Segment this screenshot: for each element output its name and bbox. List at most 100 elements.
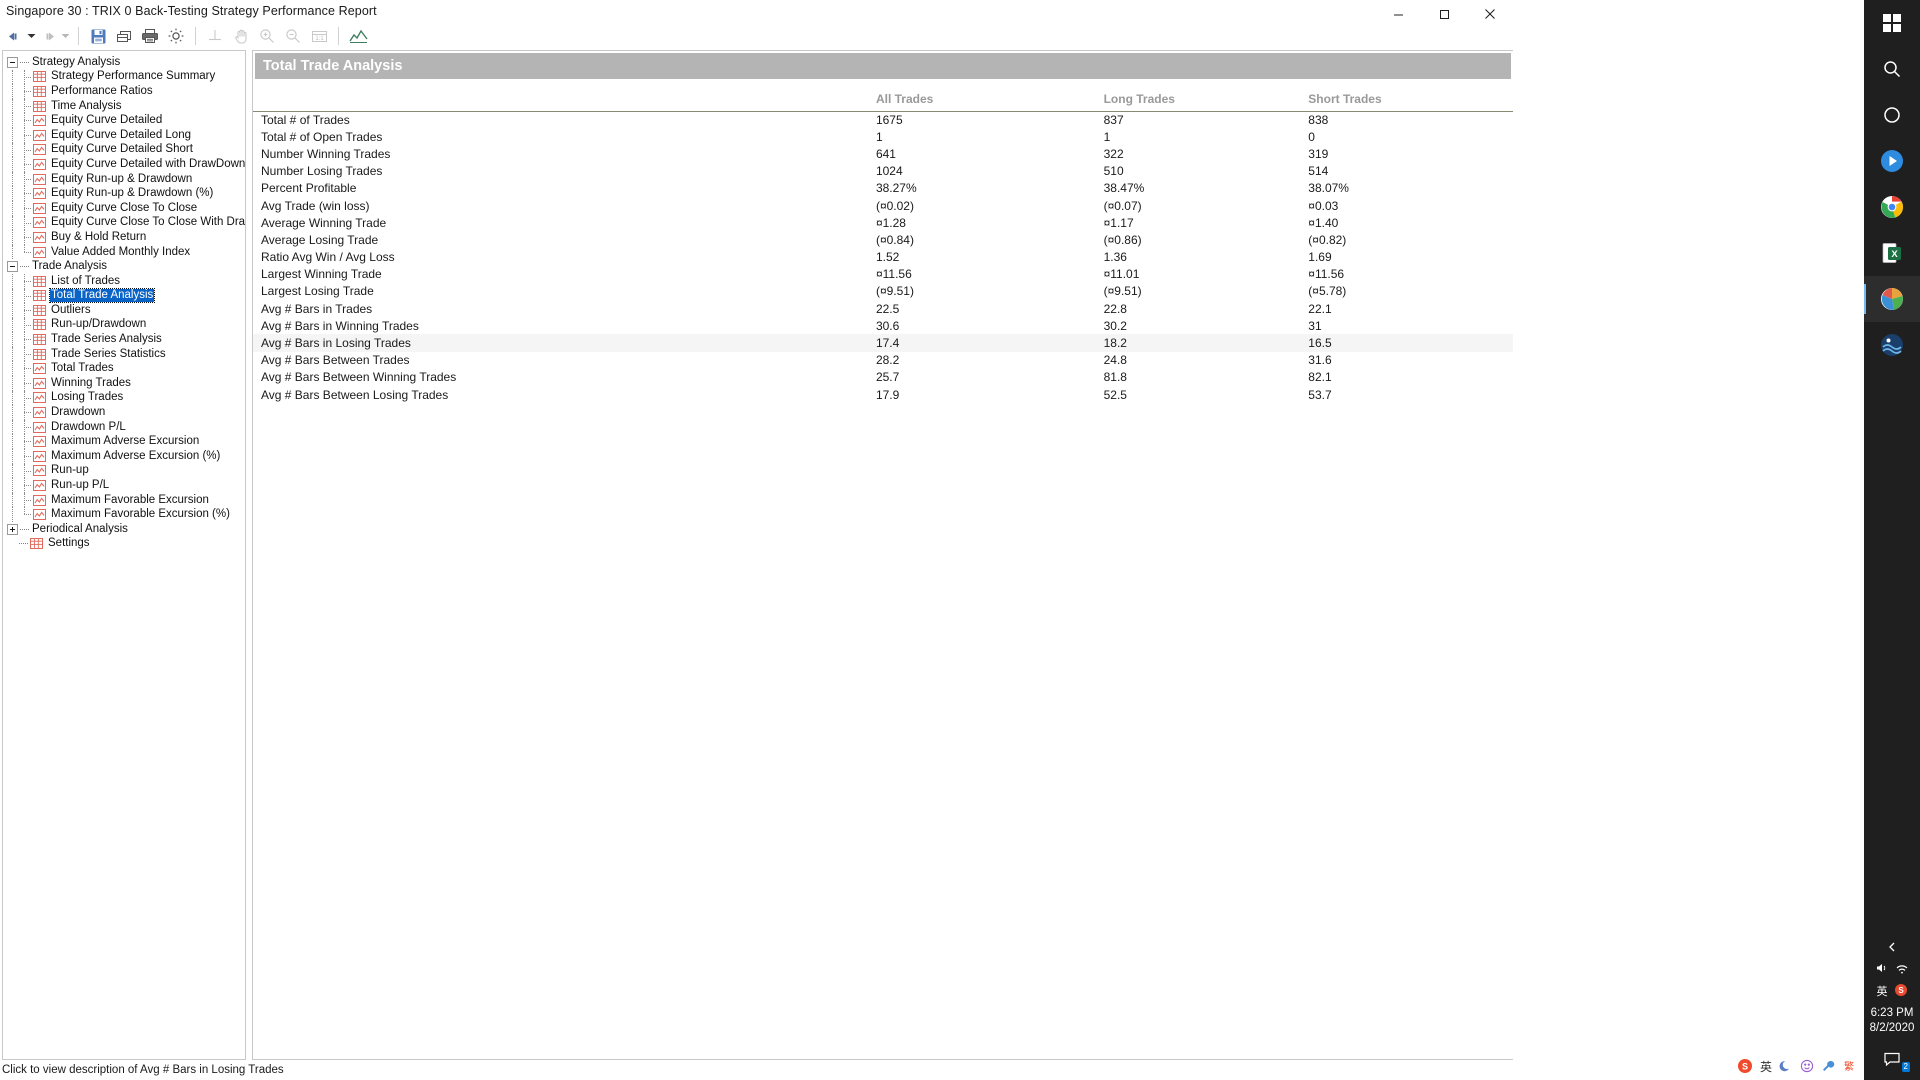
moon-icon[interactable] — [1779, 1059, 1793, 1073]
table-row[interactable]: Largest Winning Trade ¤11.56 ¤11.01 ¤11.56 — [253, 266, 1513, 283]
start-icon[interactable] — [1864, 0, 1920, 46]
analysis-app-icon[interactable] — [1864, 276, 1920, 322]
volume-icon[interactable] — [1875, 961, 1889, 978]
tree-item-run-up-p-l[interactable]: Run-up P/L — [3, 478, 245, 493]
nav-back-dropdown-icon[interactable] — [24, 24, 38, 48]
table-row[interactable]: Avg # Bars Between Winning Trades 25.7 81.… — [253, 369, 1513, 386]
tree-item-strategy-analysis[interactable]: Strategy Analysis — [3, 55, 245, 70]
zoom-in-icon[interactable] — [254, 24, 280, 48]
nav-forward-dropdown-icon[interactable] — [58, 24, 72, 48]
copy-icon[interactable] — [111, 24, 137, 48]
settings-gear-icon[interactable] — [163, 24, 189, 48]
taskbar-clock[interactable]: 6:23 PM 8/2/2020 — [1870, 1002, 1915, 1042]
cell-short: ¤1.40 — [1308, 215, 1339, 230]
tree-item-equity-curve-detailed-long[interactable]: Equity Curve Detailed Long — [3, 127, 245, 143]
nav-back-icon[interactable] — [4, 24, 24, 48]
excel-icon[interactable]: X — [1864, 230, 1920, 276]
navigation-tree[interactable]: Strategy Analysis Strategy Performance Su… — [2, 50, 246, 1060]
ime-language-label[interactable]: 英 — [1877, 983, 1888, 999]
tree-item-trade-series-analysis[interactable]: Trade Series Analysis — [3, 332, 245, 347]
ocean-app-icon[interactable] — [1864, 322, 1920, 368]
tree-item-maximum-adverse-excursion[interactable]: Maximum Adverse Excursion — [3, 434, 245, 449]
tree-item-run-up[interactable]: Run-up — [3, 463, 245, 479]
expander-collapse-icon[interactable] — [7, 261, 18, 273]
crosshair-icon[interactable] — [202, 24, 228, 48]
tree-item-periodical-analysis[interactable]: Periodical Analysis — [3, 522, 245, 537]
table-row[interactable]: Avg # Bars in Winning Trades 30.6 30.2 31 — [253, 317, 1513, 334]
tree-item-drawdown-p-l[interactable]: Drawdown P/L — [3, 419, 245, 435]
tree-item-equity-curve-close-to-close-with-drawdown[interactable]: Equity Curve Close To Close With Drawdow… — [3, 215, 245, 231]
tree-item-value-added-monthly-index[interactable]: Value Added Monthly Index — [3, 244, 245, 260]
tree-item-drawdown[interactable]: Drawdown — [3, 405, 245, 420]
tree-item-performance-ratios[interactable]: Performance Ratios — [3, 84, 245, 99]
search-icon[interactable] — [1864, 46, 1920, 92]
row-label: Ratio Avg Win / Avg Loss — [261, 250, 395, 265]
ime-tool-icon[interactable]: S — [1894, 983, 1908, 1000]
table-row[interactable]: Avg # Bars Between Trades 28.2 24.8 31.6 — [253, 352, 1513, 369]
tree-item-trade-analysis[interactable]: Trade Analysis — [3, 259, 245, 274]
tree-item-maximum-adverse-excursion[interactable]: Maximum Adverse Excursion (%) — [3, 449, 245, 464]
toolbar: 1:1 — [0, 22, 1513, 50]
tree-item-equity-curve-detailed-short[interactable]: Equity Curve Detailed Short — [3, 142, 245, 158]
table-row[interactable]: Avg # Bars in Trades 22.5 22.8 22.1 — [253, 300, 1513, 317]
tree-indent — [7, 200, 19, 216]
tree-item-list-of-trades[interactable]: List of Trades — [3, 273, 245, 289]
maximize-button[interactable] — [1421, 0, 1467, 28]
table-row[interactable]: Avg # Bars in Losing Trades 17.4 18.2 16.5 — [253, 334, 1513, 352]
save-icon[interactable] — [85, 24, 111, 48]
tree-item-equity-run-up-drawdown[interactable]: Equity Run-up & Drawdown — [3, 171, 245, 187]
tree-item-trade-series-statistics[interactable]: Trade Series Statistics — [3, 346, 245, 362]
table-row[interactable]: Total # of Open Trades 1 1 0 — [253, 128, 1513, 145]
sogou-logo-icon[interactable]: S — [1737, 1058, 1753, 1074]
tree-item-equity-curve-detailed-with-drawdown[interactable]: Equity Curve Detailed with DrawDown — [3, 157, 245, 172]
expander-collapse-icon[interactable] — [7, 56, 18, 68]
pan-hand-icon[interactable] — [228, 24, 254, 48]
minimize-button[interactable] — [1375, 0, 1421, 28]
media-player-icon[interactable] — [1864, 138, 1920, 184]
tree-item-total-trades[interactable]: Total Trades — [3, 361, 245, 376]
language-toggle-icon[interactable]: 繁 — [1842, 1059, 1856, 1073]
table-row[interactable]: Avg Trade (win loss) (¤0.02) (¤0.07) ¤0.03 — [253, 197, 1513, 214]
chrome-icon[interactable] — [1864, 184, 1920, 230]
tray-chevron[interactable] — [1886, 936, 1898, 958]
nav-forward-icon[interactable] — [38, 24, 58, 48]
table-row[interactable]: Largest Losing Trade (¤9.51) (¤9.51) (¤5.78… — [253, 283, 1513, 300]
row-label: Total # of Open Trades — [261, 129, 383, 144]
table-row[interactable]: Number Losing Trades 1024 510 514 — [253, 163, 1513, 180]
tree-item-maximum-favorable-excursion[interactable]: Maximum Favorable Excursion — [3, 492, 245, 508]
table-row[interactable]: Average Losing Trade (¤0.84) (¤0.86) (¤0.82… — [253, 231, 1513, 248]
tree-item-buy-hold-return[interactable]: Buy & Hold Return — [3, 230, 245, 245]
table-row[interactable]: Percent Profitable 38.27% 38.47% 38.07% — [253, 180, 1513, 197]
ime-mode-label[interactable]: 英 — [1760, 1058, 1772, 1075]
zoom-reset-icon[interactable]: 1:1 — [306, 24, 332, 48]
network-icon[interactable] — [1895, 961, 1909, 978]
tree-item-winning-trades[interactable]: Winning Trades — [3, 376, 245, 391]
tree-item-equity-curve-close-to-close[interactable]: Equity Curve Close To Close — [3, 200, 245, 216]
chart-icon — [33, 392, 46, 404]
cortana-icon[interactable] — [1864, 92, 1920, 138]
table-row[interactable]: Total # of Trades 1675 837 838 — [253, 111, 1513, 128]
tree-item-time-analysis[interactable]: Time Analysis — [3, 98, 245, 114]
tree-item-losing-trades[interactable]: Losing Trades — [3, 390, 245, 406]
smiley-icon[interactable] — [1800, 1059, 1814, 1073]
tree-item-equity-run-up-drawdown[interactable]: Equity Run-up & Drawdown (%) — [3, 186, 245, 201]
tree-item-strategy-performance-summary[interactable]: Strategy Performance Summary — [3, 69, 245, 85]
wrench-icon[interactable] — [1821, 1059, 1835, 1073]
table-row[interactable]: Average Winning Trade ¤1.28 ¤1.17 ¤1.40 — [253, 214, 1513, 231]
tree-item-equity-curve-detailed[interactable]: Equity Curve Detailed — [3, 113, 245, 128]
table-row[interactable]: Avg # Bars Between Losing Trades 17.9 52.5… — [253, 386, 1513, 403]
tree-item-total-trade-analysis[interactable]: Total Trade Analysis — [3, 288, 245, 304]
tree-item-run-up-drawdown[interactable]: Run-up/Drawdown — [3, 317, 245, 333]
tree-item-settings[interactable]: Settings — [3, 537, 245, 552]
tree-item-maximum-favorable-excursion[interactable]: Maximum Favorable Excursion (%) — [3, 507, 245, 522]
expander-expand-icon[interactable] — [7, 523, 18, 535]
notification-center-icon[interactable]: 2 — [1864, 1042, 1920, 1076]
table-row[interactable]: Number Winning Trades 641 322 319 — [253, 145, 1513, 162]
close-button[interactable] — [1467, 0, 1513, 28]
table-row[interactable]: Ratio Avg Win / Avg Loss 1.52 1.36 1.69 — [253, 249, 1513, 266]
tree-connector — [19, 186, 33, 201]
print-icon[interactable] — [137, 24, 163, 48]
tree-item-outliers[interactable]: Outliers — [3, 303, 245, 318]
zoom-out-icon[interactable] — [280, 24, 306, 48]
chart-style-icon[interactable] — [345, 24, 371, 48]
